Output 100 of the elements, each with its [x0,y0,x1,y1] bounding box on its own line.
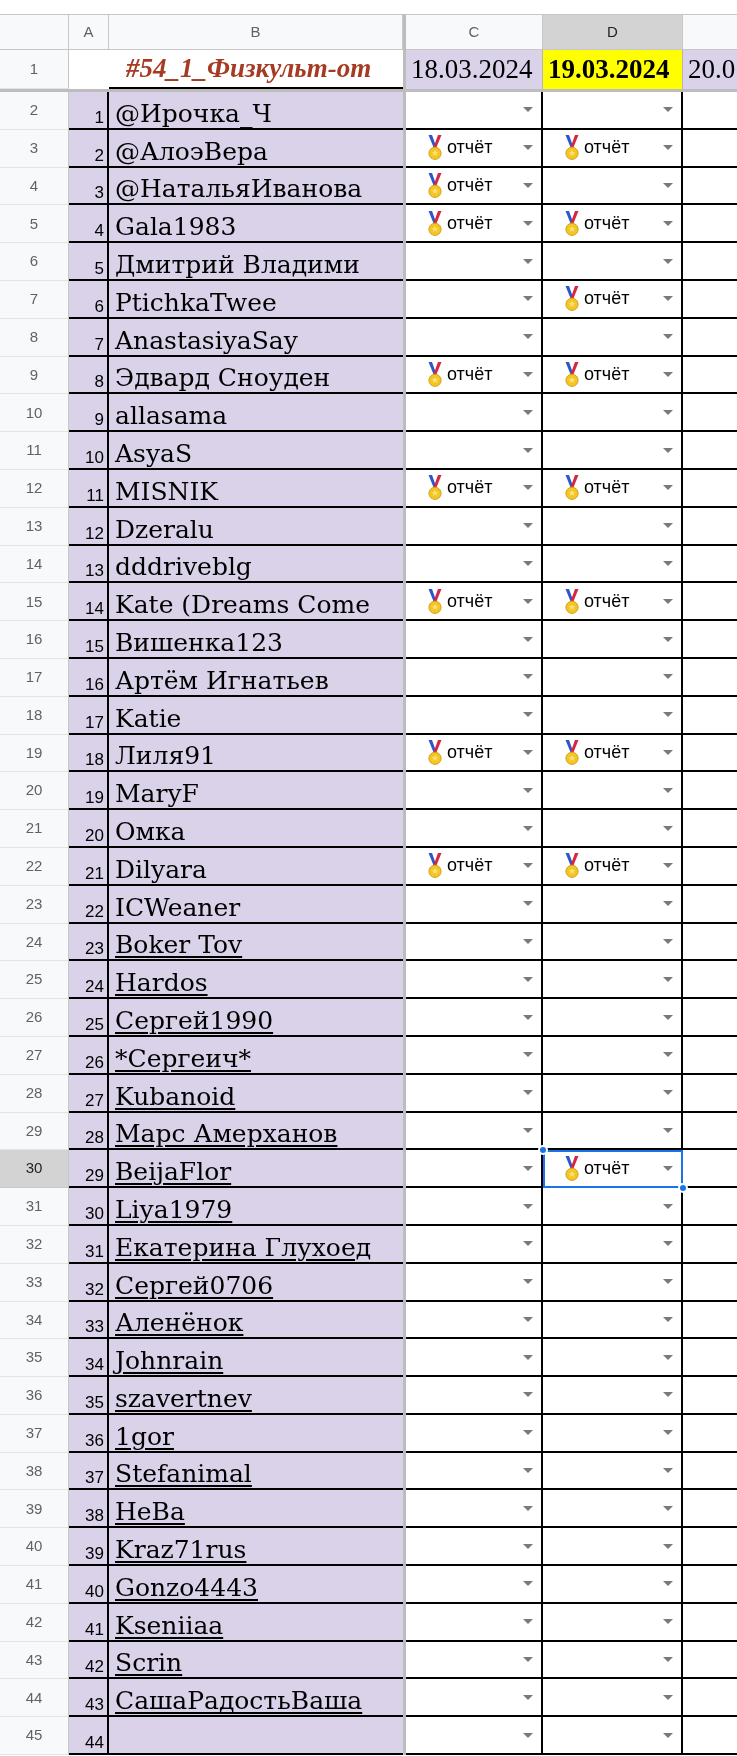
dropdown-cell[interactable] [406,658,543,697]
dropdown-cell[interactable] [406,1225,543,1264]
dropdown-cell[interactable] [406,1377,543,1415]
column-header[interactable]: A [69,14,109,50]
dropdown-cell[interactable] [543,772,683,811]
dropdown-cell[interactable] [406,507,543,546]
column-header[interactable]: D [543,14,683,50]
dropdown-cell[interactable] [406,961,543,1000]
dropdown-cell[interactable] [543,1301,683,1340]
dropdown-cell[interactable] [543,1036,683,1075]
row-header[interactable]: 45 [0,1717,69,1756]
dropdown-cell[interactable] [406,696,543,735]
dropdown-cell[interactable] [543,1339,683,1378]
dropdown-cell[interactable] [406,1490,543,1529]
dropdown-cell[interactable] [406,810,543,848]
dropdown-cell[interactable] [543,167,683,206]
dropdown-cell[interactable] [543,243,683,281]
row-header[interactable]: 14 [0,545,69,584]
dropdown-cell[interactable] [406,318,543,357]
dropdown-cell[interactable] [543,394,683,433]
row-header[interactable]: 1 [0,50,69,89]
row-header[interactable]: 10 [0,394,69,433]
dropdown-cell[interactable]: отчёт [406,205,543,244]
dropdown-cell[interactable] [406,1679,543,1718]
row-header[interactable]: 3 [0,129,69,168]
row-header[interactable]: 25 [0,961,69,1000]
dropdown-cell[interactable]: отчёт [543,847,683,886]
dropdown-cell[interactable] [543,1414,683,1453]
dropdown-cell[interactable] [543,621,683,659]
row-header[interactable]: 27 [0,1036,69,1075]
row-header[interactable]: 44 [0,1679,69,1718]
column-header[interactable]: B [109,14,403,50]
dropdown-cell[interactable]: отчёт [406,847,543,886]
dropdown-cell[interactable] [543,999,683,1037]
dropdown-cell[interactable] [406,1074,543,1113]
dropdown-cell[interactable] [406,1603,543,1642]
row-header[interactable]: 6 [0,243,69,281]
dropdown-cell[interactable] [543,318,683,357]
dropdown-cell[interactable] [406,1188,543,1226]
row-header[interactable]: 36 [0,1377,69,1415]
row-header[interactable]: 23 [0,885,69,924]
row-header[interactable]: 11 [0,432,69,470]
dropdown-cell[interactable] [543,1377,683,1415]
dropdown-cell[interactable] [406,1452,543,1491]
dropdown-cell[interactable] [406,885,543,924]
row-header[interactable]: 19 [0,734,69,773]
dropdown-cell[interactable] [406,999,543,1037]
dropdown-cell[interactable] [543,1490,683,1529]
dropdown-cell[interactable] [543,432,683,470]
dropdown-cell[interactable]: отчёт [406,167,543,206]
dropdown-cell[interactable]: отчёт [543,583,683,622]
row-header[interactable]: 13 [0,507,69,546]
dropdown-cell[interactable] [406,1414,543,1453]
row-header[interactable]: 18 [0,696,69,735]
dropdown-cell[interactable] [406,1339,543,1378]
dropdown-cell[interactable]: отчёт [406,129,543,168]
row-header[interactable]: 38 [0,1452,69,1491]
row-header[interactable]: 2 [0,92,69,130]
row-header[interactable]: 43 [0,1641,69,1680]
dropdown-cell[interactable] [543,1566,683,1604]
selection-handle[interactable] [538,1145,548,1156]
row-header[interactable]: 26 [0,999,69,1037]
row-header[interactable]: 34 [0,1301,69,1340]
dropdown-cell[interactable] [543,885,683,924]
dropdown-cell[interactable] [406,1528,543,1567]
dropdown-cell[interactable] [543,92,683,130]
row-header[interactable]: 41 [0,1566,69,1604]
dropdown-cell[interactable] [406,1641,543,1680]
row-header[interactable]: 30 [0,1150,69,1189]
dropdown-cell[interactable] [406,394,543,433]
dropdown-cell[interactable] [543,696,683,735]
row-header[interactable]: 40 [0,1528,69,1567]
dropdown-cell[interactable] [543,507,683,546]
dropdown-cell[interactable]: отчёт [543,734,683,773]
row-header[interactable]: 24 [0,923,69,962]
dropdown-cell[interactable]: отчёт [543,129,683,168]
dropdown-cell[interactable] [543,1263,683,1302]
row-header[interactable]: 4 [0,167,69,206]
dropdown-cell[interactable] [406,1717,543,1756]
dropdown-cell[interactable] [406,1263,543,1302]
row-header[interactable]: 7 [0,281,69,319]
row-header[interactable]: 22 [0,847,69,886]
dropdown-cell[interactable] [406,923,543,962]
dropdown-cell[interactable]: отчёт [406,356,543,395]
row-header[interactable]: 29 [0,1112,69,1151]
dropdown-cell[interactable] [543,961,683,1000]
row-header[interactable]: 28 [0,1074,69,1113]
row-header[interactable]: 12 [0,469,69,508]
dropdown-cell[interactable] [543,810,683,848]
dropdown-cell[interactable] [543,1641,683,1680]
dropdown-cell[interactable] [543,1717,683,1756]
dropdown-cell[interactable] [406,432,543,470]
row-header[interactable]: 42 [0,1603,69,1642]
dropdown-cell[interactable] [406,772,543,811]
dropdown-cell[interactable] [543,1074,683,1113]
dropdown-cell[interactable]: отчёт [406,583,543,622]
dropdown-cell[interactable] [406,1036,543,1075]
dropdown-cell[interactable]: отчёт [406,469,543,508]
row-header[interactable]: 20 [0,772,69,811]
row-header[interactable]: 32 [0,1225,69,1264]
